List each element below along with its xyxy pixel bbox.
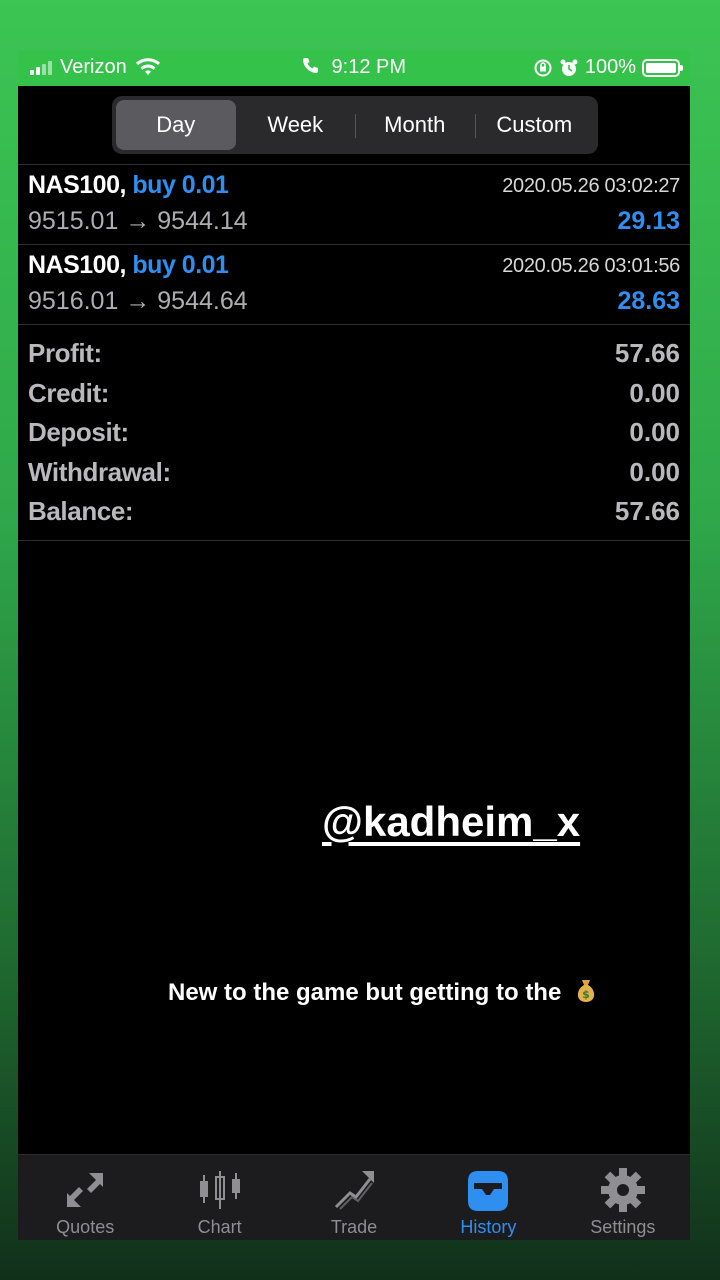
tab-label: Chart: [197, 1217, 242, 1237]
summary-row-profit: Profit: 57.66: [18, 336, 690, 376]
trade-trend-icon: [334, 1171, 375, 1210]
tab-chart[interactable]: Chart: [152, 1155, 286, 1240]
summary-value: 0.00: [629, 377, 680, 408]
summary-value: 0.00: [629, 417, 680, 447]
trade-symbol: NAS100,: [28, 171, 126, 199]
tab-label: Trade: [330, 1217, 378, 1237]
summary-value: 57.66: [614, 338, 680, 368]
summary-row-withdrawal: Withdrawal: 0.00: [18, 455, 690, 495]
svg-text:$: $: [582, 988, 590, 1001]
segment-month[interactable]: Month: [355, 100, 475, 150]
divider: [18, 324, 690, 325]
summary-label: Withdrawal:: [28, 456, 171, 487]
trade-side: buy 0.01: [132, 251, 229, 279]
trade-row[interactable]: NAS100, buy 0.01 2020.05.26 03:02:27 951…: [18, 165, 690, 245]
money-bag-icon: $: [577, 980, 595, 1002]
summary-row-credit: Credit: 0.00: [18, 376, 690, 416]
tab-label: Settings: [590, 1217, 656, 1237]
tab-settings[interactable]: Settings: [556, 1155, 690, 1240]
phone-icon: [302, 58, 318, 73]
summary-label: Deposit:: [28, 417, 129, 447]
trade-prices: 9515.01 → 9544.14: [28, 207, 248, 235]
tab-quotes[interactable]: Quotes: [18, 1155, 152, 1240]
battery-percent: 100%: [584, 56, 636, 78]
account-summary: Profit: 57.66 Credit: 0.00 Deposit: 0.00…: [18, 336, 690, 534]
caption-text: New to the game but getting to the: [168, 979, 562, 1006]
summary-value: 0.00: [629, 456, 680, 487]
tab-label: Quotes: [56, 1217, 115, 1237]
tab-label: History: [460, 1217, 517, 1237]
segment-custom[interactable]: Custom: [474, 100, 595, 150]
divider: [18, 540, 690, 541]
summary-row-deposit: Deposit: 0.00: [18, 415, 690, 455]
clock-time: 9:12 PM: [331, 56, 407, 78]
rotation-lock-icon: [534, 59, 552, 76]
trade-datetime: 2020.05.26 03:02:27: [502, 175, 680, 197]
segment-week[interactable]: Week: [236, 100, 356, 150]
trade-profit: 28.63: [617, 287, 680, 315]
battery-icon: [642, 58, 683, 77]
candlestick-chart-icon: [199, 1171, 240, 1209]
segment-day[interactable]: Day: [116, 100, 236, 150]
story-caption: New to the game but getting to the $: [168, 978, 598, 1007]
trade-profit: 29.13: [617, 207, 680, 235]
status-bar: Verizon 9:12 PM 100%: [18, 50, 690, 86]
tab-trade[interactable]: Trade: [287, 1155, 421, 1240]
summary-label: Credit:: [28, 377, 109, 408]
trade-prices: 9516.01 → 9544.64: [28, 287, 248, 315]
quotes-arrows-icon: [67, 1173, 104, 1207]
history-screen: Day Week Month Custom NAS100, buy 0.01 2…: [18, 86, 690, 1240]
username-mention[interactable]: @kadheim_x: [322, 798, 580, 846]
history-inbox-icon: [468, 1171, 509, 1211]
trade-datetime: 2020.05.26 03:01:56: [502, 255, 680, 277]
trade-symbol: NAS100,: [28, 251, 126, 279]
gear-icon: [600, 1168, 645, 1212]
alarm-icon: [560, 59, 578, 76]
summary-row-balance: Balance: 57.66: [18, 494, 690, 534]
trade-side: buy 0.01: [132, 171, 229, 199]
trade-row[interactable]: NAS100, buy 0.01 2020.05.26 03:01:56 951…: [18, 245, 690, 325]
bottom-tab-bar: Quotes Chart Trade History Settings: [18, 1154, 690, 1240]
tab-history[interactable]: History: [421, 1155, 555, 1240]
summary-label: Balance:: [28, 496, 134, 526]
summary-value: 57.66: [614, 496, 680, 526]
period-segmented-control: Day Week Month Custom: [112, 96, 598, 154]
summary-label: Profit:: [28, 338, 102, 368]
